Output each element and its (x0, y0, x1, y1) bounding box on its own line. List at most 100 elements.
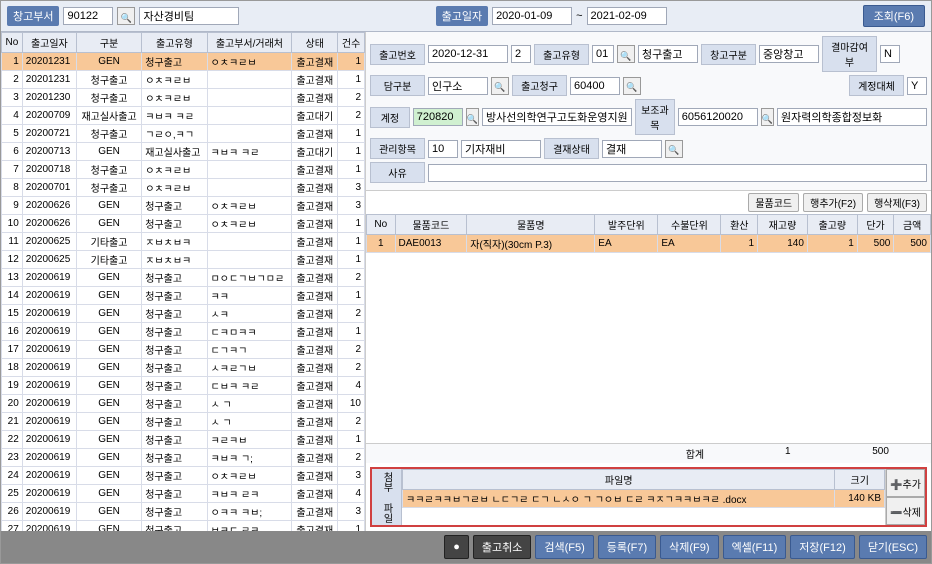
wh-name-input[interactable] (759, 45, 819, 63)
type-search-button[interactable] (617, 45, 635, 63)
left-grid-header[interactable]: No (2, 33, 23, 53)
table-row[interactable]: 1920200619GEN청구출고ㄷㅂㅋ ㅋㄹ출고결재4 (2, 377, 365, 395)
mgmt-label: 관리항목 (370, 138, 425, 159)
close-button[interactable]: 닫기(ESC) (859, 535, 927, 559)
table-row[interactable]: 620200713GEN재고실사출고ㅋㅂㅋ ㅋㄹ출고대기1 (2, 143, 365, 161)
table-row[interactable]: 2320200619GEN청구출고ㅋㅂㅋ ㄱ;출고결재2 (2, 449, 365, 467)
settle-input[interactable] (907, 77, 927, 95)
type-label: 출고유형 (534, 44, 589, 65)
req-code-input[interactable] (570, 77, 620, 95)
dept-name-input[interactable] (428, 77, 488, 95)
items-grid-header[interactable]: 출고량 (807, 215, 857, 235)
items-grid-header[interactable]: 금액 (894, 215, 931, 235)
table-row[interactable]: 220201231청구출고ㅇㅊㅋㄹㅂ출고결재1 (2, 71, 365, 89)
delete-button[interactable]: 삭제(F9) (660, 535, 718, 559)
register-button[interactable]: 등록(F7) (598, 535, 656, 559)
table-row[interactable]: 1720200619GEN청구출고ㄷㄱㅋㄱ출고결재2 (2, 341, 365, 359)
date-to-input[interactable] (587, 7, 667, 25)
table-row[interactable]: 720200718청구출고ㅇㅊㅋㄹㅂ출고결재1 (2, 161, 365, 179)
left-grid-header[interactable]: 상태 (292, 33, 338, 53)
totals-amount: 500 (834, 446, 927, 461)
acct-name-input[interactable] (482, 108, 632, 126)
items-grid-header[interactable]: 물품코드 (395, 215, 467, 235)
pay-name-input[interactable] (602, 140, 662, 158)
excel-button[interactable]: 엑셀(F11) (723, 535, 787, 559)
items-grid-header[interactable]: 물품명 (467, 215, 595, 235)
dept-search-button[interactable] (491, 77, 509, 95)
type-code-input[interactable] (592, 45, 614, 63)
subj-search-button[interactable] (761, 108, 774, 126)
attach-add-button[interactable]: ➕추가 (886, 469, 925, 497)
close-input[interactable] (880, 45, 900, 63)
table-row[interactable]: 2520200619GEN청구출고ㅋㅂㅋ ㄹㅋ출고결재4 (2, 485, 365, 503)
no-date-input[interactable] (428, 45, 508, 63)
left-grid-header[interactable]: 구분 (76, 33, 141, 53)
table-row[interactable]: 420200709재고실사출고ㅋㅂㅋ ㅋㄹ출고대기2 (2, 107, 365, 125)
items-grid[interactable]: No물품코드물품명발주단위수불단위환산재고량출고량단가금액1DAE0013자(직… (366, 214, 931, 443)
table-row[interactable]: 820200701청구출고ㅇㅊㅋㄹㅂ출고결재3 (2, 179, 365, 197)
add-row-button[interactable]: 행추가(F2) (803, 193, 863, 212)
table-row[interactable]: 1520200619GEN청구출고ㅅㅋ출고결재2 (2, 305, 365, 323)
top-toolbar: 창고부서 출고일자 ~ 조회(F6) (1, 1, 931, 32)
save-button[interactable]: 저장(F12) (790, 535, 855, 559)
attach-grid-header[interactable]: 크기 (835, 470, 885, 490)
items-grid-header[interactable]: 수불단위 (658, 215, 721, 235)
table-row[interactable]: 1220200625기타출고ㅈㅂㅊㅂㅋ출고결재1 (2, 251, 365, 269)
left-grid-header[interactable]: 출고유형 (142, 33, 207, 53)
mgmt-code-input[interactable] (428, 140, 458, 158)
table-row[interactable]: 1620200619GEN청구출고ㄷㅋㅁㅋㅋ출고결재1 (2, 323, 365, 341)
item-code-button[interactable]: 물품코드 (748, 193, 799, 212)
table-row[interactable]: 1DAE0013자(직자)(30cm P.3)EAEA11401500500 (367, 235, 931, 253)
req-search-button[interactable] (623, 77, 641, 95)
attach-grid[interactable]: 파일명크기ㅋㅋㄹㅋㅋㅂㄱㄹㅂ ㄴㄷㄱㄹ ㄷㄱ ㄴㅅㅇ ㄱ ㄱㅇㅂ ㄷㄹ ㅋㅈㄱㅋ… (402, 469, 885, 525)
warehouse-name-input[interactable] (139, 7, 239, 25)
table-row[interactable]: 2720200619GEN청구출고ㅂㅋㄷ ㄹㅋ출고결재1 (2, 521, 365, 532)
indicator-button[interactable]: ● (444, 535, 469, 559)
attach-grid-header[interactable]: 파일명 (403, 470, 835, 490)
items-grid-header[interactable]: 발주단위 (595, 215, 658, 235)
table-row[interactable]: 1420200619GEN청구출고ㅋㅋ출고결재1 (2, 287, 365, 305)
acct-label: 계정 (370, 107, 410, 128)
subj-code-input[interactable] (678, 108, 758, 126)
table-row[interactable]: 2420200619GEN청구출고ㅇㅊㅋㄹㅂ출고결재3 (2, 467, 365, 485)
outgoing-list-grid[interactable]: No출고일자구분출고유형출고부서/거래처상태건수120201231GEN청구출고… (1, 32, 365, 531)
reason-input[interactable] (428, 164, 927, 182)
cancel-button[interactable]: 출고취소 (473, 535, 531, 559)
subj-name-input[interactable] (777, 108, 927, 126)
search-icon (762, 110, 773, 125)
mgmt-name-input[interactable] (461, 140, 541, 158)
attach-del-button[interactable]: ➖삭제 (886, 497, 925, 525)
table-row[interactable]: 2020200619GEN청구출고ㅅ ㄱ출고결재10 (2, 395, 365, 413)
table-row[interactable]: 1120200625기타출고ㅈㅂㅊㅂㅋ출고결재1 (2, 233, 365, 251)
table-row[interactable]: 1320200619GEN청구출고ㅁㅇㄷㄱㅂㄱㅁㄹ출고결재2 (2, 269, 365, 287)
no-seq-input[interactable] (511, 45, 531, 63)
acct-code-input[interactable] (413, 108, 463, 126)
items-grid-header[interactable]: 단가 (857, 215, 894, 235)
items-grid-header[interactable]: 환산 (721, 215, 758, 235)
left-grid-header[interactable]: 출고부서/거래처 (207, 33, 292, 53)
table-row[interactable]: 2620200619GEN청구출고ㅇㅋㅋ ㅋㅂ;출고결재3 (2, 503, 365, 521)
table-row[interactable]: 320201230청구출고ㅇㅊㅋㄹㅂ출고결재2 (2, 89, 365, 107)
query-button[interactable]: 조회(F6) (863, 5, 925, 27)
warehouse-code-input[interactable] (63, 7, 113, 25)
table-row[interactable]: 2220200619GEN청구출고ㅋㄹㅋㅂ출고결재1 (2, 431, 365, 449)
table-row[interactable]: ㅋㅋㄹㅋㅋㅂㄱㄹㅂ ㄴㄷㄱㄹ ㄷㄱ ㄴㅅㅇ ㄱ ㄱㅇㅂ ㄷㄹ ㅋㅈㄱㅋㅋㅂㅋㄹ … (403, 490, 885, 508)
left-grid-header[interactable]: 건수 (338, 33, 365, 53)
table-row[interactable]: 2120200619GEN청구출고ㅅ ㄱ출고결재2 (2, 413, 365, 431)
table-row[interactable]: 120201231GEN청구출고ㅇㅊㅋㄹㅂ출고결재1 (2, 53, 365, 71)
search-button[interactable]: 검색(F5) (535, 535, 593, 559)
table-row[interactable]: 1020200626GEN청구출고ㅇㅊㅋㄹㅂ출고결재1 (2, 215, 365, 233)
del-row-button[interactable]: 행삭제(F3) (867, 193, 927, 212)
type-name-input[interactable] (638, 45, 698, 63)
items-grid-header[interactable]: 재고량 (758, 215, 808, 235)
table-row[interactable]: 520200721청구출고ㄱㄹㅇ,ㅋㄱ출고결재1 (2, 125, 365, 143)
acct-search-button[interactable] (466, 108, 479, 126)
date-from-input[interactable] (492, 7, 572, 25)
table-row[interactable]: 920200626GEN청구출고ㅇㅊㅋㄹㅂ출고결재3 (2, 197, 365, 215)
left-grid-header[interactable]: 출고일자 (22, 33, 76, 53)
warehouse-search-button[interactable] (117, 7, 135, 25)
table-row[interactable]: 1820200619GEN청구출고ㅅㅋㄹㄱㅂ출고결재2 (2, 359, 365, 377)
req-label: 출고청구 (512, 75, 567, 96)
pay-search-button[interactable] (665, 140, 683, 158)
items-grid-header[interactable]: No (367, 215, 396, 235)
